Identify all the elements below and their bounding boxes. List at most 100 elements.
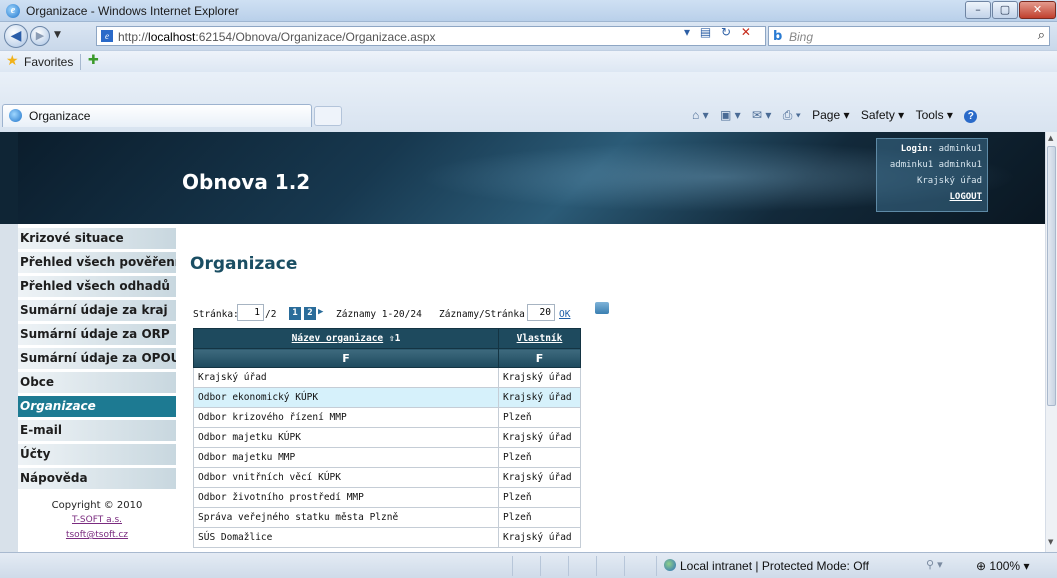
page-menu[interactable]: Page ▾ [812,108,849,122]
menu-item[interactable]: Přehled všech odhadů [18,276,176,298]
page-title: Organizace [190,254,298,274]
table-row[interactable]: Odbor majetku MMP Plzeň [193,447,581,468]
url-host: localhost [148,30,196,44]
refresh-icon[interactable]: ↻ [721,25,731,39]
table-row[interactable]: SÚS Domažlice Krajský úřad [193,527,581,548]
tools-menu[interactable]: Tools ▾ [916,108,953,122]
intranet-zone-icon [664,559,676,571]
compatibility-view-icon[interactable]: ▤ [700,25,711,39]
status-divider [512,556,513,576]
status-bar: Local intranet | Protected Mode: Off ⚲ ▾… [0,552,1057,578]
per-page-input[interactable] [527,304,555,321]
cell-organization-name: Odbor majetku MMP [193,447,499,468]
status-divider [596,556,597,576]
safety-menu[interactable]: Safety ▾ [861,108,904,122]
window-titlebar: e Organizace - Windows Internet Explorer… [0,0,1057,22]
vertical-scrollbar[interactable]: ▲ ▼ [1045,132,1057,552]
export-icon[interactable] [595,302,609,314]
home-icon[interactable]: ⌂ ▾ [692,108,709,122]
column-header-name[interactable]: Název organizace ⇧1 [193,328,499,349]
search-box[interactable]: b Bing ⌕ [768,26,1050,46]
search-placeholder: Bing [789,30,814,44]
copyright-text: Copyright © 2010 [51,500,143,511]
stop-icon[interactable]: ✕ [741,25,751,39]
sort-owner-link[interactable]: Vlastník [517,333,563,344]
table-row[interactable]: Krajský úřad Krajský úřad [193,367,581,388]
menu-item[interactable]: Sumární údaje za ORP [18,324,176,346]
cell-organization-name: Odbor majetku KÚPK [193,427,499,448]
security-zone[interactable]: Local intranet | Protected Mode: Off [680,559,869,573]
address-dropdown-icon[interactable]: ▾ [684,25,690,39]
table-row[interactable]: Správa veřejného statku města Plzně Plzeň [193,507,581,528]
table-row[interactable]: Odbor životního prostředí MMP Plzeň [193,487,581,508]
page-1-button[interactable]: 1 [289,307,301,320]
menu-item[interactable]: E-mail [18,420,176,442]
favorites-bar: ★ Favorites ✚ [0,50,1057,72]
menu-item[interactable]: Přehled všech pověření [18,252,176,274]
maximize-button[interactable]: ▢ [992,1,1018,19]
url-prefix: http:// [118,30,149,44]
column-header-owner[interactable]: Vlastník [498,328,581,349]
zoom-level[interactable]: ⊕ 100% ▾ [976,559,1029,573]
tab-organizace[interactable]: Organizace [2,104,312,127]
table-row[interactable]: Odbor ekonomický KÚPK Krajský úřad [193,387,581,408]
status-divider [624,556,625,576]
search-icon[interactable]: ⌕ [1038,28,1045,43]
recent-pages-dropdown-icon[interactable]: ▼ [54,30,61,40]
protected-mode-icon[interactable]: ⚲ ▾ [926,558,943,571]
page-viewport: Obnova 1.2 Login: adminku1 adminku1 admi… [0,132,1045,552]
address-bar[interactable]: e http://localhost:62154/Obnova/Organiza… [96,26,766,46]
divider [80,54,81,70]
menu-item[interactable]: Sumární údaje za OPOU [18,348,176,370]
menu-item[interactable]: Nápověda [18,468,176,490]
cell-organization-name: Odbor krizového řízení MMP [193,407,499,428]
print-icon[interactable]: ⎙ ▾ [783,108,801,123]
menu-item[interactable]: Obce [18,372,176,394]
ie-logo-icon: e [6,4,20,18]
cell-owner: Krajský úřad [498,527,581,548]
cell-owner: Krajský úřad [498,367,581,388]
help-icon[interactable]: ? [964,110,978,123]
menu-item[interactable]: Sumární údaje za kraj [18,300,176,322]
table-row[interactable]: Odbor majetku KÚPK Krajský úřad [193,427,581,448]
sort-name-link[interactable]: Název organizace [292,333,384,344]
cell-organization-name: Odbor životního prostředí MMP [193,487,499,508]
company-link[interactable]: T-SOFT a.s. [18,513,176,528]
next-page-icon[interactable]: ▶ [318,307,323,317]
cell-organization-name: Odbor vnitřních věcí KÚPK [193,467,499,488]
scroll-up-icon[interactable]: ▲ [1048,134,1053,142]
favorites-star-icon[interactable]: ★ [6,53,19,69]
filter-owner-button[interactable]: F [498,348,581,368]
favorites-button[interactable]: Favorites [24,55,73,69]
organizations-table: Název organizace ⇧1 Vlastník F F Krajský… [193,328,581,548]
ok-button[interactable]: OK [559,309,570,320]
page-total: /2 [265,309,277,320]
url-text[interactable]: http://localhost:62154/Obnova/Organizace… [118,30,436,44]
cell-owner: Plzeň [498,487,581,508]
email-link[interactable]: tsoft@tsoft.cz [18,528,176,543]
page-2-button[interactable]: 2 [304,307,316,320]
close-button[interactable]: ✕ [1019,1,1056,19]
cell-owner: Plzeň [498,507,581,528]
minimize-button[interactable]: – [965,1,991,19]
new-tab-button[interactable] [314,106,342,126]
login-user: adminku1 [938,144,982,154]
table-row[interactable]: Odbor krizového řízení MMP Plzeň [193,407,581,428]
scroll-down-icon[interactable]: ▼ [1048,538,1053,546]
back-arrow-icon[interactable]: ◀ [4,24,28,48]
feeds-icon[interactable]: ▣ ▾ [720,108,741,122]
sort-order-number: 1 [394,333,401,344]
logout-link[interactable]: LOGOUT [949,192,982,202]
add-favorite-icon[interactable]: ✚ [88,53,99,68]
filter-name-button[interactable]: F [193,348,499,368]
scroll-thumb[interactable] [1047,146,1056,406]
table-row[interactable]: Odbor vnitřních věcí KÚPK Krajský úřad [193,467,581,488]
menu-item[interactable]: Krizové situace [18,228,176,250]
page-input[interactable] [237,304,264,321]
left-rail [0,224,18,552]
menu-item[interactable]: Organizace [18,396,176,418]
menu-item[interactable]: Účty [18,444,176,466]
forward-arrow-icon[interactable]: ▶ [30,26,50,46]
mail-icon[interactable]: ✉ ▾ [752,108,771,122]
login-label: Login: [900,144,934,154]
